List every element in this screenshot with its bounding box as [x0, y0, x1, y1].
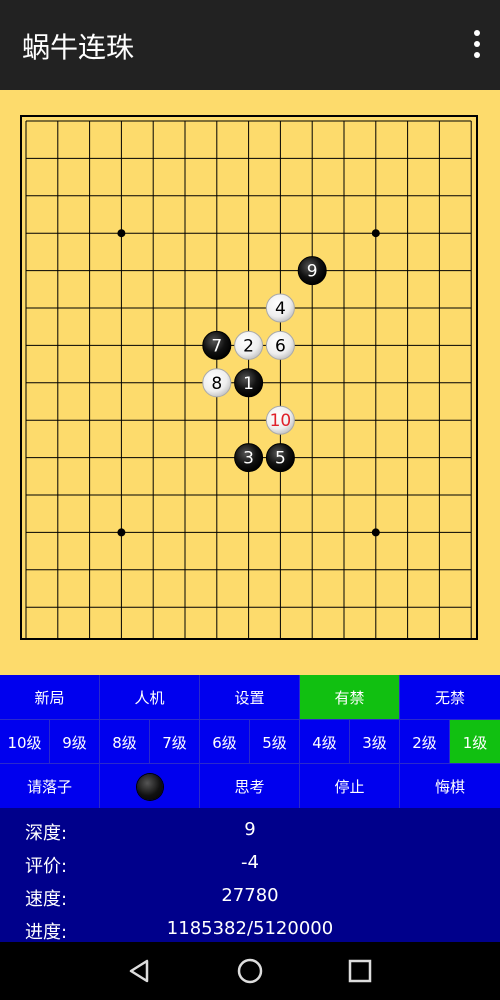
- black-stone-icon: [136, 773, 163, 800]
- level-1-button[interactable]: 1级: [450, 720, 500, 764]
- level-4-button[interactable]: 4级: [300, 720, 350, 764]
- star-point: [371, 528, 380, 537]
- status-text: 请落子: [0, 764, 100, 809]
- star-point: [371, 229, 380, 238]
- progress-row: 进度: 1185382/5120000: [0, 911, 500, 944]
- black-stone-1: 1: [234, 368, 264, 398]
- star-point: [117, 229, 126, 238]
- nav-recents-icon[interactable]: [345, 956, 375, 986]
- game-board[interactable]: 1 2 3 4 5 6 7 8 9 10: [20, 115, 478, 640]
- black-stone-5: 5: [265, 443, 295, 473]
- level-5-button[interactable]: 5级: [250, 720, 300, 764]
- white-stone-6: 6: [265, 330, 295, 360]
- app-bar: 蜗牛连珠: [0, 0, 500, 90]
- stone-number: 7: [211, 336, 222, 356]
- star-point: [117, 528, 126, 537]
- stone-number: 1: [243, 374, 254, 394]
- current-player-indicator: [100, 764, 200, 809]
- stone-number: 3: [243, 449, 254, 469]
- level-9-button[interactable]: 9级: [50, 720, 100, 764]
- black-stone-9: 9: [297, 256, 327, 286]
- progress-value: 1185382/5120000: [166, 918, 334, 939]
- stop-button[interactable]: 停止: [300, 764, 400, 809]
- stone-number: 5: [275, 449, 286, 469]
- forbidden-off-button[interactable]: 无禁: [400, 675, 500, 719]
- speed-row: 速度: 27780: [0, 878, 500, 911]
- app-title: 蜗牛连珠: [22, 31, 135, 64]
- level-8-button[interactable]: 8级: [100, 720, 150, 764]
- white-stone-2: 2: [234, 330, 264, 360]
- board-area: 1 2 3 4 5 6 7 8 9 10: [0, 90, 500, 675]
- nav-back-icon[interactable]: [125, 956, 155, 986]
- stone-number: 10: [270, 411, 292, 431]
- nav-home-icon[interactable]: [235, 956, 265, 986]
- stone-number: 4: [275, 299, 286, 319]
- white-stone-4: 4: [265, 293, 295, 323]
- action-row: 请落子 思考 停止 悔棋: [0, 763, 500, 809]
- forbidden-on-button[interactable]: 有禁: [300, 675, 400, 719]
- stone-number: 9: [307, 262, 318, 282]
- level-10-button[interactable]: 10级: [0, 720, 50, 764]
- depth-row: 深度: 9: [0, 812, 500, 845]
- evaluation-value: -4: [241, 852, 259, 873]
- settings-button[interactable]: 设置: [200, 675, 300, 719]
- stone-number: 8: [211, 374, 222, 394]
- undo-button[interactable]: 悔棋: [400, 764, 500, 809]
- stone-number: 2: [243, 336, 254, 356]
- level-2-button[interactable]: 2级: [400, 720, 450, 764]
- stone-number: 6: [275, 336, 286, 356]
- level-3-button[interactable]: 3级: [350, 720, 400, 764]
- engine-info-panel: 深度: 9 评价: -4 速度: 27780 进度: 1185382/51200…: [0, 808, 500, 944]
- level-6-button[interactable]: 6级: [200, 720, 250, 764]
- white-stone-8: 8: [202, 368, 232, 398]
- depth-value: 9: [244, 819, 256, 840]
- think-button[interactable]: 思考: [200, 764, 300, 809]
- white-stone-10: 10: [265, 405, 295, 435]
- black-stone-7: 7: [202, 330, 232, 360]
- evaluation-row: 评价: -4: [0, 845, 500, 878]
- more-vert-icon[interactable]: [472, 30, 482, 60]
- control-panel: 新局 人机 设置 有禁 无禁 10级 9级 8级 7级 6级 5级 4级 3级 …: [0, 675, 500, 809]
- black-stone-3: 3: [234, 443, 264, 473]
- system-nav-bar: [0, 942, 500, 1000]
- vs-computer-button[interactable]: 人机: [100, 675, 200, 719]
- level-row: 10级 9级 8级 7级 6级 5级 4级 3级 2级 1级: [0, 719, 500, 764]
- mode-row: 新局 人机 设置 有禁 无禁: [0, 675, 500, 719]
- new-game-button[interactable]: 新局: [0, 675, 100, 719]
- level-7-button[interactable]: 7级: [150, 720, 200, 764]
- speed-value: 27780: [221, 885, 279, 906]
